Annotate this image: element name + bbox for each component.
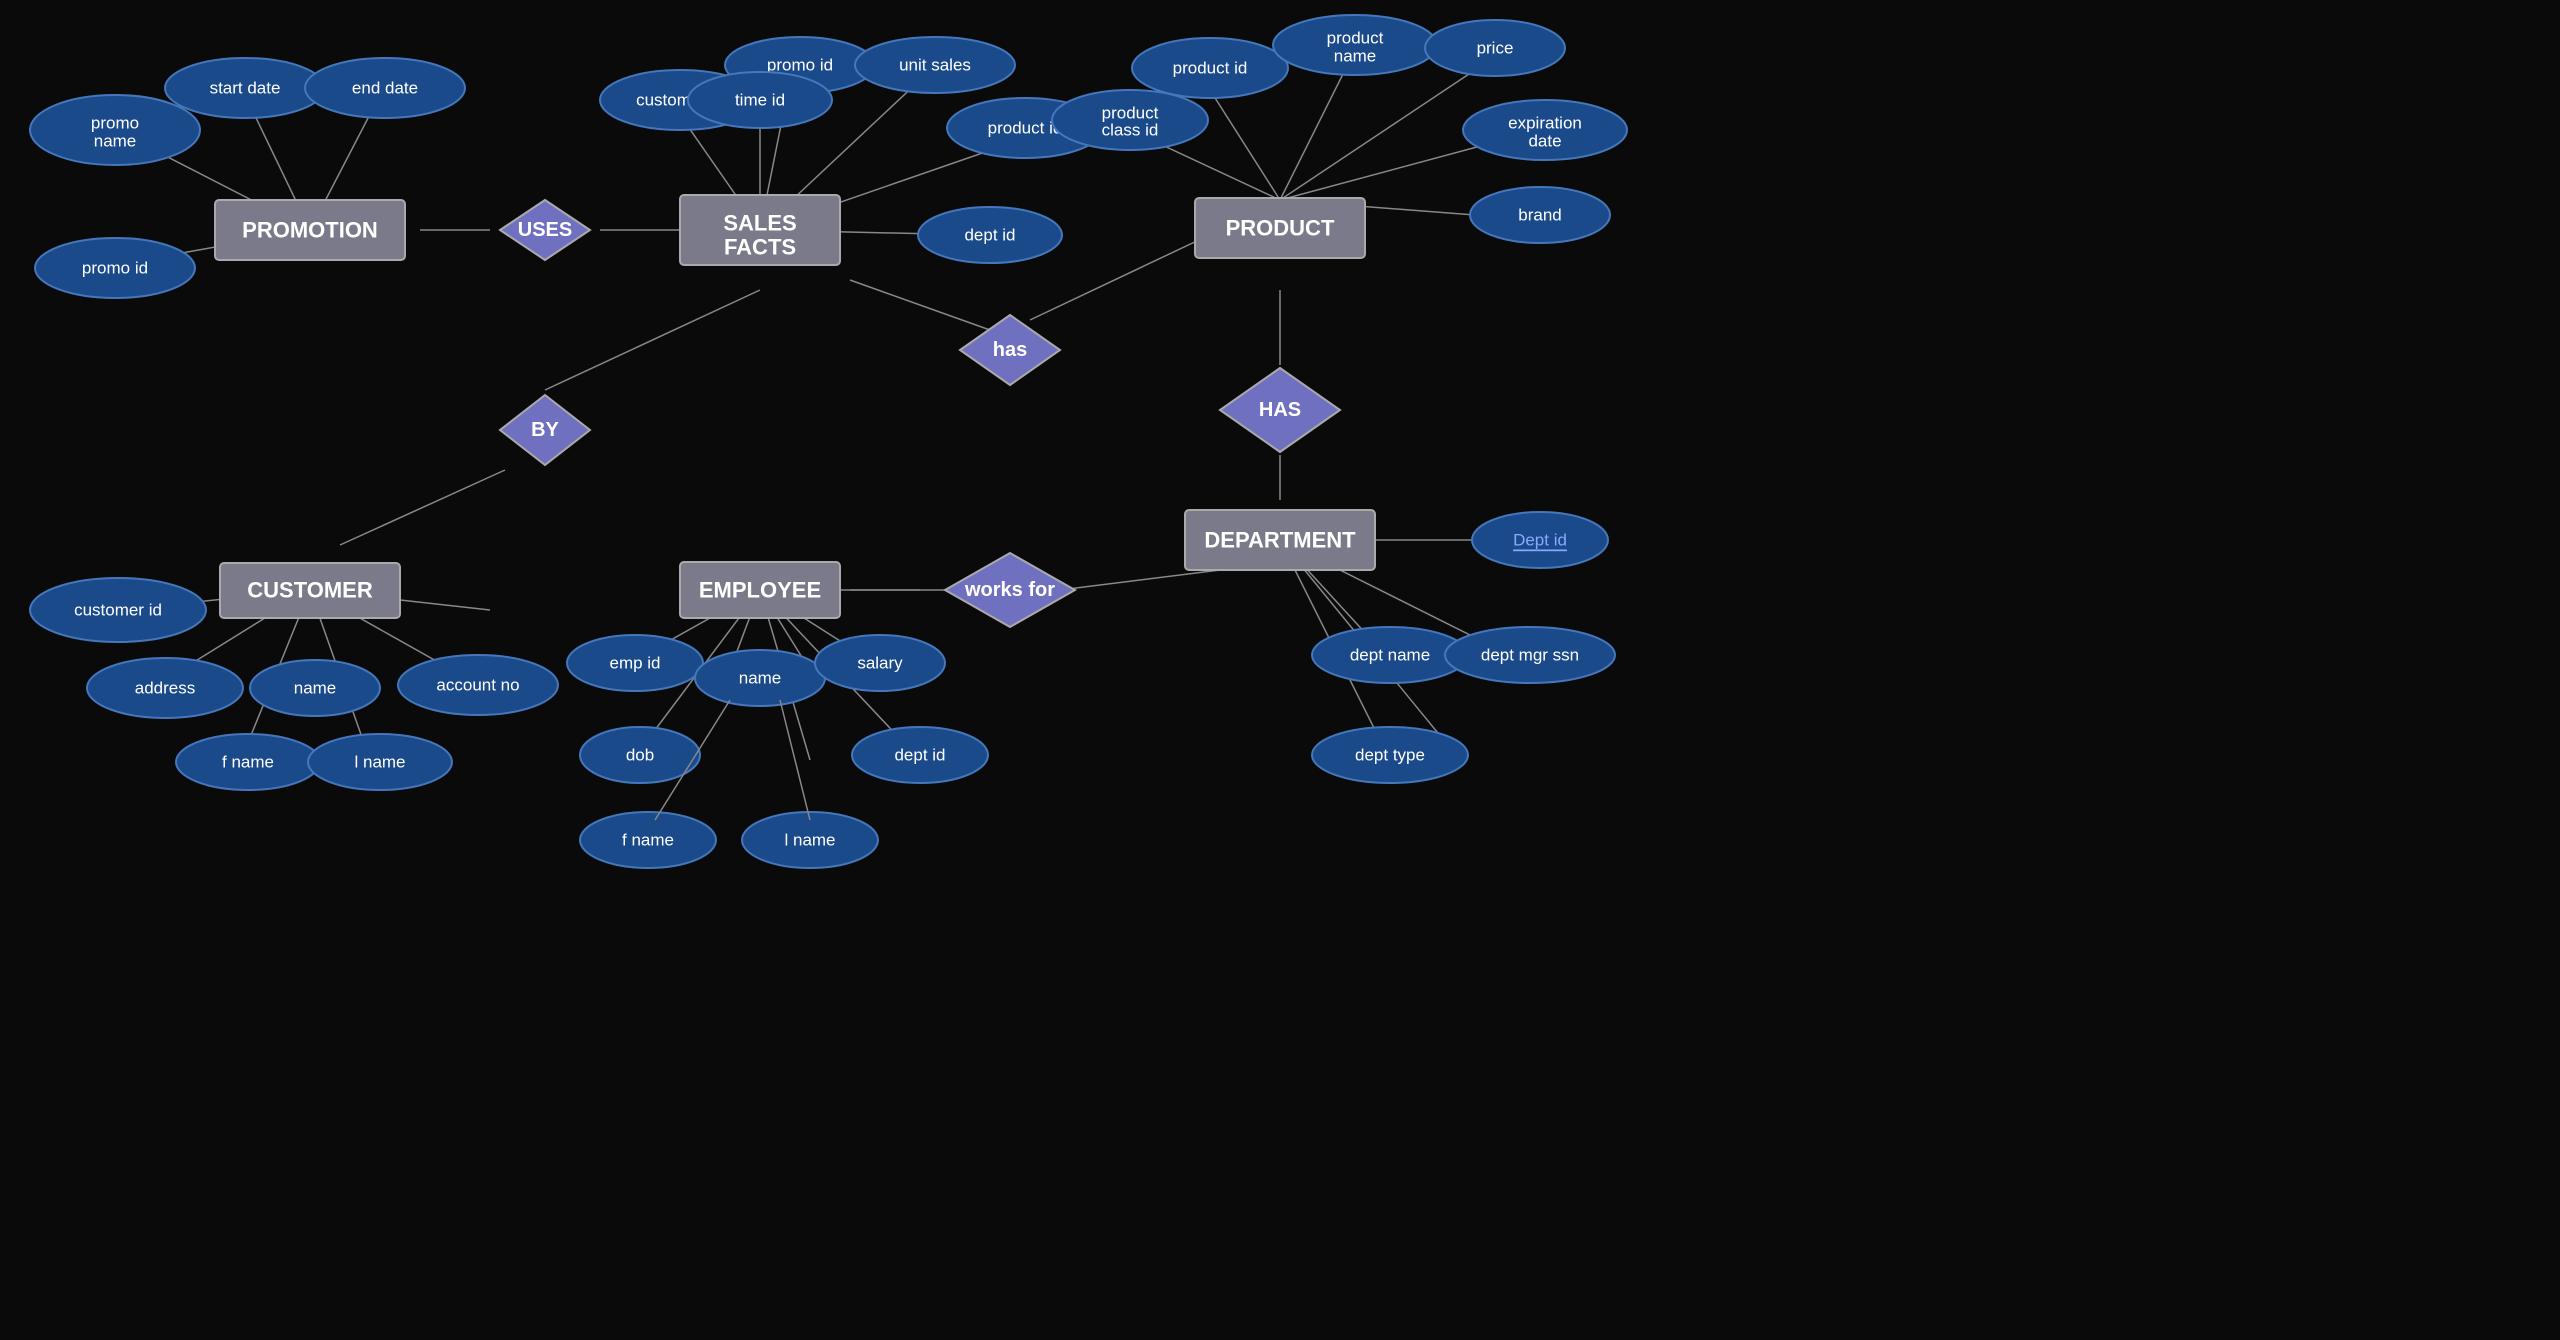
attr-brand-label: brand [1518, 206, 1561, 225]
entity-customer-label: CUSTOMER [247, 578, 373, 603]
rel-works-for-label: works for [964, 579, 1055, 601]
attr-l-name-c-label: l name [354, 753, 405, 772]
attr-name-e-label: name [739, 669, 782, 688]
attr-unit-sales-label: unit sales [899, 56, 971, 75]
attr-product-class-id-label2: class id [1102, 121, 1159, 140]
attr-promo-name-label2: name [94, 132, 137, 151]
attr-product-name-label2: name [1334, 47, 1377, 66]
entity-salesfacts-label: SALES [723, 211, 796, 236]
attr-dept-id-sf-label: dept id [964, 226, 1015, 245]
attr-expiration-date-label: expiration [1508, 114, 1582, 133]
attr-f-name-c-label: f name [222, 753, 274, 772]
attr-dob-label: dob [626, 746, 654, 765]
attr-dept-id-d-label: Dept id [1513, 531, 1567, 550]
attr-promo-id-label: promo id [82, 259, 148, 278]
attr-price-label: price [1477, 39, 1514, 58]
er-diagram: PROMOTION SALES FACTS PRODUCT CUSTOMER E… [0, 0, 2560, 1340]
attr-account-no-label: account no [436, 676, 519, 695]
attr-dept-type-label: dept type [1355, 746, 1425, 765]
attr-salary-label: salary [857, 654, 903, 673]
rel-has-small-label: has [993, 339, 1027, 361]
attr-product-id-p-label: product id [1173, 59, 1248, 78]
attr-l-name-e-label: l name [784, 831, 835, 850]
attr-time-id-label: time id [735, 91, 785, 110]
attr-name-c-label: name [294, 679, 337, 698]
attr-emp-id-label: emp id [609, 654, 660, 673]
entity-product-label: PRODUCT [1226, 216, 1335, 241]
rel-by-label: BY [531, 419, 559, 441]
attr-promo-id-sf-label: promo id [767, 56, 833, 75]
attr-customer-id-c-label: customer id [74, 601, 162, 620]
attr-promo-name-label: promo [91, 114, 139, 133]
attr-dept-mgr-ssn-label: dept mgr ssn [1481, 646, 1579, 665]
attr-dept-name-label: dept name [1350, 646, 1430, 665]
attr-f-name-e-label: f name [622, 831, 674, 850]
entity-salesfacts-label2: FACTS [724, 235, 796, 260]
attr-expiration-date-label2: date [1528, 132, 1561, 151]
entity-department-label: DEPARTMENT [1204, 528, 1356, 553]
attr-address-label: address [135, 679, 195, 698]
attr-dept-id-e-label: dept id [894, 746, 945, 765]
attr-end-date-label: end date [352, 79, 418, 98]
rel-uses-label: USES [518, 219, 572, 241]
rel-has-big-label: HAS [1259, 399, 1301, 421]
attr-start-date-label: start date [210, 79, 281, 98]
entity-promotion-label: PROMOTION [242, 218, 378, 243]
attr-product-name-label: product [1327, 29, 1384, 48]
entity-employee-label: EMPLOYEE [699, 578, 821, 603]
